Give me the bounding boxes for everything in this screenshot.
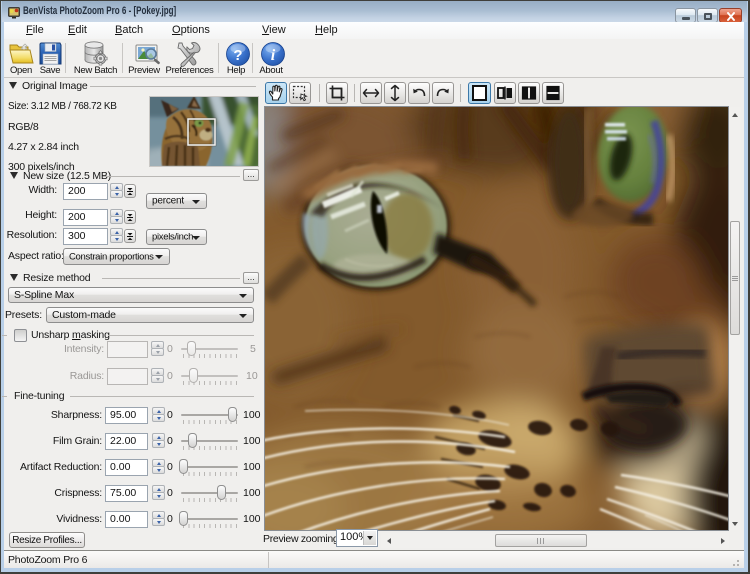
svg-text:i: i xyxy=(271,47,276,64)
svg-text:?: ? xyxy=(233,47,242,64)
